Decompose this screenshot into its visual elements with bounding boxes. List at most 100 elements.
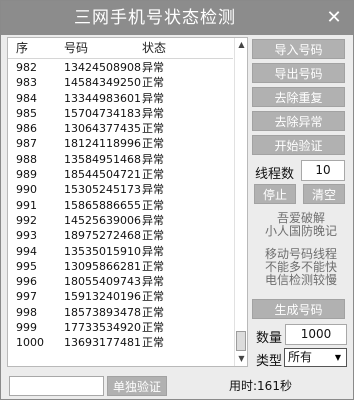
scroll-up-arrow-icon[interactable]: ▲ xyxy=(235,38,248,52)
generate-numbers-button[interactable]: 生成号码 xyxy=(252,299,345,319)
row-status: 正常 xyxy=(142,229,164,243)
list-row[interactable]: 985 15704734183 异常 xyxy=(8,106,233,121)
count-label: 数量 xyxy=(256,331,283,346)
row-status: 异常 xyxy=(142,106,164,120)
row-seq: 998 xyxy=(16,305,37,319)
row-number: 13344983601 xyxy=(64,91,141,105)
row-number: 15913240196 xyxy=(64,290,141,304)
row-seq: 982 xyxy=(16,61,37,74)
list-row[interactable]: 991 15865886655 正常 xyxy=(8,198,233,213)
row-seq: 984 xyxy=(16,91,37,105)
row-status: 异常 xyxy=(142,61,164,74)
header-number[interactable]: 号码 xyxy=(64,38,88,59)
row-seq: 993 xyxy=(16,229,37,243)
row-seq: 996 xyxy=(16,275,37,289)
row-number: 17733534920 xyxy=(64,321,141,335)
start-verify-button[interactable]: 开始验证 xyxy=(252,135,345,155)
row-status: 正常 xyxy=(142,168,164,182)
list-row[interactable]: 992 14525639006 异常 xyxy=(8,213,233,228)
row-status: 异常 xyxy=(142,275,164,289)
stop-button[interactable]: 停止 xyxy=(254,184,296,204)
count-input[interactable]: 1000 xyxy=(285,324,347,345)
export-numbers-button[interactable]: 导出号码 xyxy=(252,63,345,83)
row-status: 正常 xyxy=(142,290,164,304)
row-number: 14584349250 xyxy=(64,76,141,90)
header-status[interactable]: 状态 xyxy=(142,38,166,59)
row-seq: 989 xyxy=(16,168,37,182)
list-row[interactable]: 1000 13693177481 正常 xyxy=(8,335,233,350)
list-row[interactable]: 996 18055409743 异常 xyxy=(8,274,233,289)
clear-button[interactable]: 清空 xyxy=(303,184,345,204)
chevron-down-icon[interactable]: ▼ xyxy=(332,350,344,365)
row-number: 13584951468 xyxy=(64,152,141,166)
bottom-bar: 单独验证 用时:161秒 xyxy=(1,371,353,399)
list-row[interactable]: 995 13095866281 正常 xyxy=(8,259,233,274)
row-seq: 1000 xyxy=(16,336,44,350)
row-seq: 985 xyxy=(16,106,37,120)
title-bar[interactable]: 三网手机号状态检测 ✕ xyxy=(1,1,353,35)
row-seq: 997 xyxy=(16,290,37,304)
row-status: 正常 xyxy=(142,198,164,212)
list-row[interactable]: 982 13424508908 异常 xyxy=(8,60,233,75)
list-row[interactable]: 989 18544504721 正常 xyxy=(8,167,233,182)
list-row[interactable]: 983 14584349250 正常 xyxy=(8,75,233,90)
row-number: 18573893478 xyxy=(64,305,141,319)
remove-abnormal-button[interactable]: 去除异常 xyxy=(252,111,345,131)
row-seq: 986 xyxy=(16,122,37,136)
list-row[interactable]: 988 13584951468 异常 xyxy=(8,152,233,167)
list-row[interactable]: 994 13535015910 异常 xyxy=(8,244,233,259)
row-seq: 994 xyxy=(16,244,37,258)
row-number: 15865886655 xyxy=(64,198,141,212)
row-number: 13535015910 xyxy=(64,244,141,258)
app-window: 三网手机号状态检测 ✕ 序 号码 状态 982 13424508908 异常 983… xyxy=(0,0,354,400)
row-seq: 990 xyxy=(16,183,37,197)
warning-note-line: 电信检测较慢 xyxy=(264,273,337,287)
row-number: 13424508908 xyxy=(64,61,141,74)
row-seq: 995 xyxy=(16,259,37,273)
list-row[interactable]: 993 18975272468 正常 xyxy=(8,228,233,243)
row-seq: 991 xyxy=(16,198,37,212)
scroll-thumb[interactable] xyxy=(236,331,246,351)
list-row[interactable]: 984 13344983601 异常 xyxy=(8,91,233,106)
row-seq: 999 xyxy=(16,321,37,335)
import-numbers-button[interactable]: 导入号码 xyxy=(252,39,345,59)
list-header: 序 号码 状态 xyxy=(8,38,233,59)
row-number: 18124118996 xyxy=(64,137,141,151)
threads-input[interactable]: 10 xyxy=(301,160,345,181)
close-icon[interactable]: ✕ xyxy=(323,7,345,29)
header-seq[interactable]: 序 xyxy=(16,38,28,59)
type-select[interactable]: 所有 ▼ xyxy=(284,348,347,367)
row-status: 正常 xyxy=(142,76,164,90)
row-status: 异常 xyxy=(142,91,164,105)
row-status: 正常 xyxy=(142,259,164,273)
threads-label: 线程数 xyxy=(255,167,295,182)
single-verify-button[interactable]: 单独验证 xyxy=(107,376,167,396)
single-number-input[interactable] xyxy=(9,376,104,396)
row-number: 13064377435 xyxy=(64,122,141,136)
list-row[interactable]: 986 13064377435 正常 xyxy=(8,121,233,136)
list-row[interactable]: 999 17733534920 正常 xyxy=(8,320,233,335)
row-number: 15704734183 xyxy=(64,106,141,120)
scroll-down-arrow-icon[interactable]: ▼ xyxy=(235,352,248,366)
row-seq: 992 xyxy=(16,213,37,227)
list-row[interactable]: 997 15913240196 正常 xyxy=(8,289,233,304)
row-status: 异常 xyxy=(142,152,164,166)
info-note-line: 小人国防晚记 xyxy=(264,224,337,238)
window-title: 三网手机号状态检测 xyxy=(74,8,236,28)
list-rows: 982 13424508908 异常 983 14584349250 正常 984 133… xyxy=(8,60,233,367)
row-number: 14525639006 xyxy=(64,213,141,227)
row-status: 异常 xyxy=(142,183,164,197)
row-number: 18544504721 xyxy=(64,168,141,182)
row-status: 正常 xyxy=(142,336,164,350)
row-seq: 988 xyxy=(16,152,37,166)
list-row[interactable]: 998 18573893478 正常 xyxy=(8,305,233,320)
list-row[interactable]: 990 15305245173 异常 xyxy=(8,182,233,197)
row-seq: 983 xyxy=(16,76,37,90)
list-scrollbar[interactable]: ▲ ▼ xyxy=(234,38,247,366)
list-row[interactable]: 987 18124118996 正常 xyxy=(8,136,233,151)
type-label: 类型 xyxy=(256,354,283,369)
remove-duplicates-button[interactable]: 去除重复 xyxy=(252,87,345,107)
row-status: 异常 xyxy=(142,244,164,258)
row-status: 正常 xyxy=(142,321,164,335)
number-list: 序 号码 状态 982 13424508908 异常 983 14584349250 正… xyxy=(7,37,248,367)
